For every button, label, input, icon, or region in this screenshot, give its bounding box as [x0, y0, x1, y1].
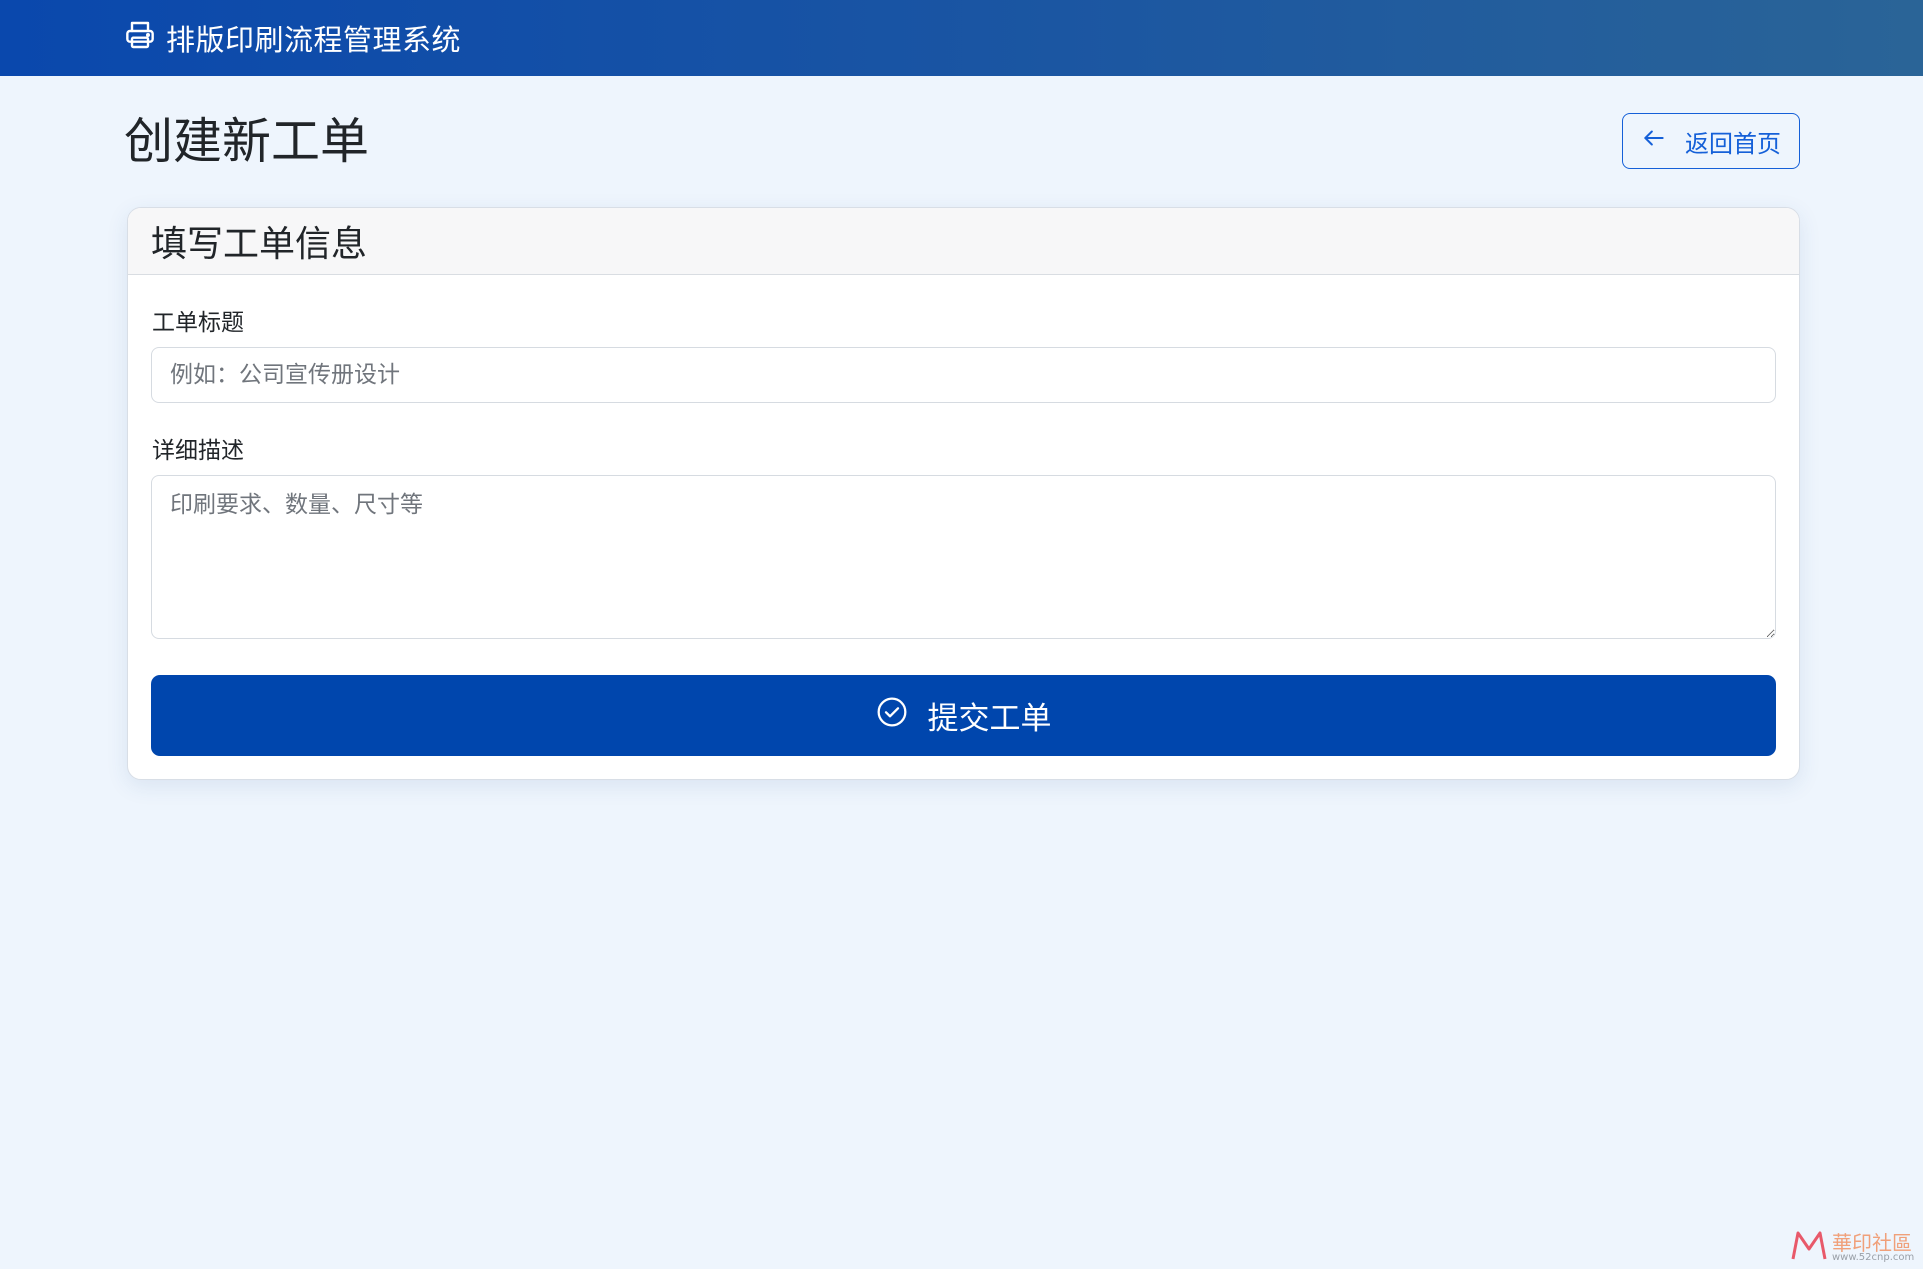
- brand-title: 排版印刷流程管理系统: [166, 23, 462, 57]
- watermark-url: www.52cnp.com: [1832, 1252, 1915, 1263]
- top-navbar: 排版印刷流程管理系统: [0, 0, 1923, 76]
- watermark-logo: 華印社區 www.52cnp.com: [1790, 1228, 1920, 1268]
- watermark-text: 華印社區: [1832, 1231, 1912, 1255]
- description-textarea[interactable]: [151, 475, 1776, 639]
- printer-icon: [124, 19, 156, 58]
- back-home-label: 返回首页: [1685, 130, 1781, 158]
- title-field-label: 工单标题: [152, 310, 244, 336]
- check-circle-icon: [876, 696, 908, 736]
- work-order-form-card: 填写工单信息 工单标题 详细描述 提交工单: [127, 207, 1800, 780]
- page-title: 创建新工单: [124, 113, 370, 170]
- submit-label: 提交工单: [927, 701, 1052, 737]
- arrow-left-icon: [1641, 125, 1667, 158]
- title-input[interactable]: [151, 347, 1776, 403]
- navbar-brand[interactable]: 排版印刷流程管理系统: [124, 0, 461, 76]
- description-field-label: 详细描述: [152, 438, 244, 464]
- submit-work-order-button[interactable]: 提交工单: [151, 675, 1776, 756]
- back-home-button[interactable]: 返回首页: [1622, 113, 1800, 169]
- watermark-icon: [1790, 1229, 1828, 1267]
- card-header: 填写工单信息: [128, 208, 1799, 275]
